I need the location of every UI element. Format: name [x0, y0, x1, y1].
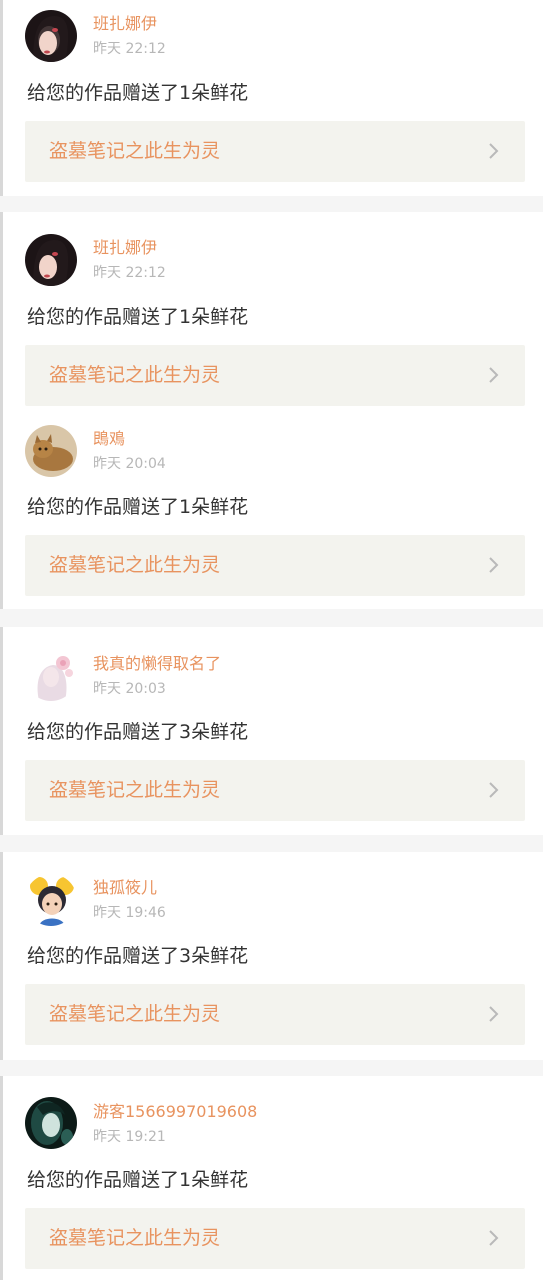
gift-message: 给您的作品赠送了1朵鲜花: [27, 82, 249, 104]
work-title: 盗墓笔记之此生为灵: [49, 779, 221, 801]
work-link-button[interactable]: 盗墓笔记之此生为灵: [25, 121, 525, 182]
work-title: 盗墓笔记之此生为灵: [49, 554, 221, 576]
avatar-flower-girl-icon[interactable]: [25, 649, 77, 701]
timestamp: 昨天 19:46: [93, 905, 166, 921]
username[interactable]: 班扎娜伊: [93, 14, 157, 34]
notification-card: 游客1566997019608 昨天 19:21 给您的作品赠送了1朵鲜花 盗墓…: [0, 1076, 543, 1280]
username[interactable]: 我真的懒得取名了: [93, 654, 221, 674]
timestamp: 昨天 22:12: [93, 41, 166, 57]
chevron-right-icon: [489, 367, 499, 383]
work-title: 盗墓笔记之此生为灵: [49, 1003, 221, 1025]
gift-message: 给您的作品赠送了1朵鲜花: [27, 496, 249, 518]
notification-card: 班扎娜伊 昨天 22:12 给您的作品赠送了1朵鲜花 盗墓笔记之此生为灵: [0, 0, 543, 196]
username[interactable]: 班扎娜伊: [93, 238, 157, 258]
timestamp: 昨天 19:21: [93, 1129, 166, 1145]
avatar-girl-dark-hair-icon[interactable]: [25, 10, 77, 62]
timestamp: 昨天 20:03: [93, 681, 166, 697]
chevron-right-icon: [489, 143, 499, 159]
gift-message: 给您的作品赠送了3朵鲜花: [27, 945, 249, 967]
avatar-girl-dark-hair-icon[interactable]: [25, 234, 77, 286]
username[interactable]: 游客1566997019608: [93, 1102, 257, 1122]
work-link-button[interactable]: 盗墓笔记之此生为灵: [25, 535, 525, 596]
avatar-cartoon-girl-icon[interactable]: [25, 874, 77, 926]
timestamp: 昨天 22:12: [93, 265, 166, 281]
notification-card: 班扎娜伊 昨天 22:12 给您的作品赠送了1朵鲜花 盗墓笔记之此生为灵 鵖鳮 …: [0, 212, 543, 609]
gift-message: 给您的作品赠送了1朵鲜花: [27, 306, 249, 328]
chevron-right-icon: [489, 1006, 499, 1022]
notification-card: 我真的懒得取名了 昨天 20:03 给您的作品赠送了3朵鲜花 盗墓笔记之此生为灵: [0, 627, 543, 835]
username[interactable]: 鵖鳮: [93, 429, 125, 449]
work-title: 盗墓笔记之此生为灵: [49, 364, 221, 386]
chevron-right-icon: [489, 1230, 499, 1246]
work-link-button[interactable]: 盗墓笔记之此生为灵: [25, 984, 525, 1045]
chevron-right-icon: [489, 782, 499, 798]
avatar-teal-portrait-icon[interactable]: [25, 1097, 77, 1149]
work-link-button[interactable]: 盗墓笔记之此生为灵: [25, 760, 525, 821]
gift-notification-feed: 班扎娜伊 昨天 22:12 给您的作品赠送了1朵鲜花 盗墓笔记之此生为灵 班扎娜…: [0, 0, 543, 1280]
work-link-button[interactable]: 盗墓笔记之此生为灵: [25, 1208, 525, 1269]
work-link-button[interactable]: 盗墓笔记之此生为灵: [25, 345, 525, 406]
work-title: 盗墓笔记之此生为灵: [49, 140, 221, 162]
username[interactable]: 独孤筱儿: [93, 878, 157, 898]
gift-message: 给您的作品赠送了3朵鲜花: [27, 721, 249, 743]
timestamp: 昨天 20:04: [93, 456, 166, 472]
notification-card: 独孤筱儿 昨天 19:46 给您的作品赠送了3朵鲜花 盗墓笔记之此生为灵: [0, 852, 543, 1060]
gift-message: 给您的作品赠送了1朵鲜花: [27, 1169, 249, 1191]
chevron-right-icon: [489, 557, 499, 573]
work-title: 盗墓笔记之此生为灵: [49, 1227, 221, 1249]
avatar-cat-icon[interactable]: [25, 425, 77, 477]
